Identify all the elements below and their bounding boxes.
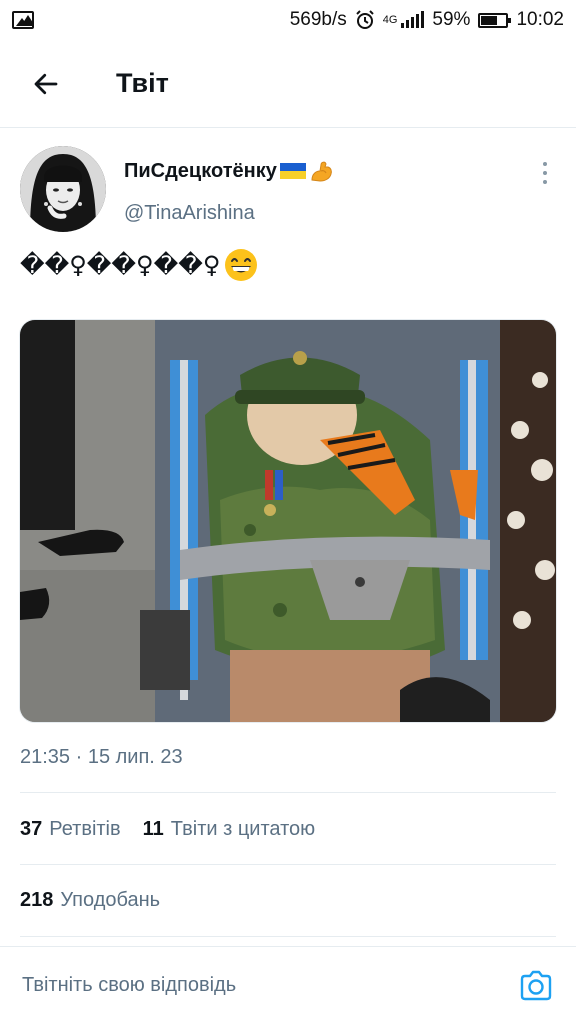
likes-stat[interactable]: 218 Уподобань	[20, 889, 160, 912]
tweet-text: ��♀��♀��♀	[20, 248, 258, 282]
likes-label: Уподобань	[60, 889, 161, 911]
network-type: 4G	[382, 14, 398, 26]
divider	[20, 864, 556, 865]
app-header: Твіт	[0, 40, 576, 128]
battery-fill	[481, 15, 497, 25]
battery-icon	[478, 12, 512, 28]
quotes-count: 11	[142, 818, 164, 840]
avatar-image	[20, 146, 106, 232]
status-bar: 569b/s 4G 59% 10:02	[0, 0, 576, 40]
tweet-author: ПиСдецкотёнку @TinaArishina	[20, 146, 556, 236]
quotes-stat[interactable]: 11 Твіти з цитатою	[143, 818, 315, 841]
more-vertical-icon[interactable]	[534, 160, 556, 186]
divider	[20, 936, 556, 937]
tweet-text-content: ��♀��♀��♀	[20, 251, 221, 279]
ukraine-flag-icon	[279, 163, 306, 179]
display-name-row[interactable]: ПиСдецкотёнку	[124, 158, 335, 184]
gallery-icon	[12, 11, 34, 29]
signal-icon	[401, 11, 425, 28]
network-speed: 569b/s	[289, 9, 347, 30]
tweet-timestamp: 21:35 · 15 лип. 23	[20, 746, 183, 768]
display-name: ПиСдецкотёнку	[124, 159, 277, 182]
tweet-photo	[20, 320, 556, 722]
page-title: Твіт	[116, 68, 169, 98]
quotes-label: Твіти з цитатою	[170, 818, 316, 840]
engagement-stats: 37 Ретвітів 11 Твіти з цитатою	[20, 818, 337, 841]
back-button[interactable]	[16, 54, 76, 114]
alarm-icon	[356, 10, 374, 29]
grinning-face-icon	[225, 249, 258, 281]
reply-input[interactable]: Твітніть свою відповідь	[22, 974, 236, 997]
tweet-media[interactable]	[19, 319, 557, 723]
reply-bar: Твітніть свою відповідь	[0, 946, 576, 1024]
retweets-count: 37	[20, 818, 43, 840]
retweets-stat[interactable]: 37 Ретвітів	[20, 818, 121, 841]
avatar[interactable]	[20, 146, 106, 232]
arrow-left-icon	[34, 73, 58, 94]
likes-stats: 218 Уподобань	[20, 889, 182, 912]
clock: 10:02	[516, 9, 564, 30]
camera-icon[interactable]	[518, 968, 554, 1004]
flexed-biceps-icon	[311, 161, 332, 182]
likes-count: 218	[20, 889, 54, 911]
battery-percent: 59%	[432, 9, 471, 30]
retweets-label: Ретвітів	[49, 818, 121, 840]
handle[interactable]: @TinaArishina	[124, 202, 255, 225]
divider	[20, 792, 556, 793]
